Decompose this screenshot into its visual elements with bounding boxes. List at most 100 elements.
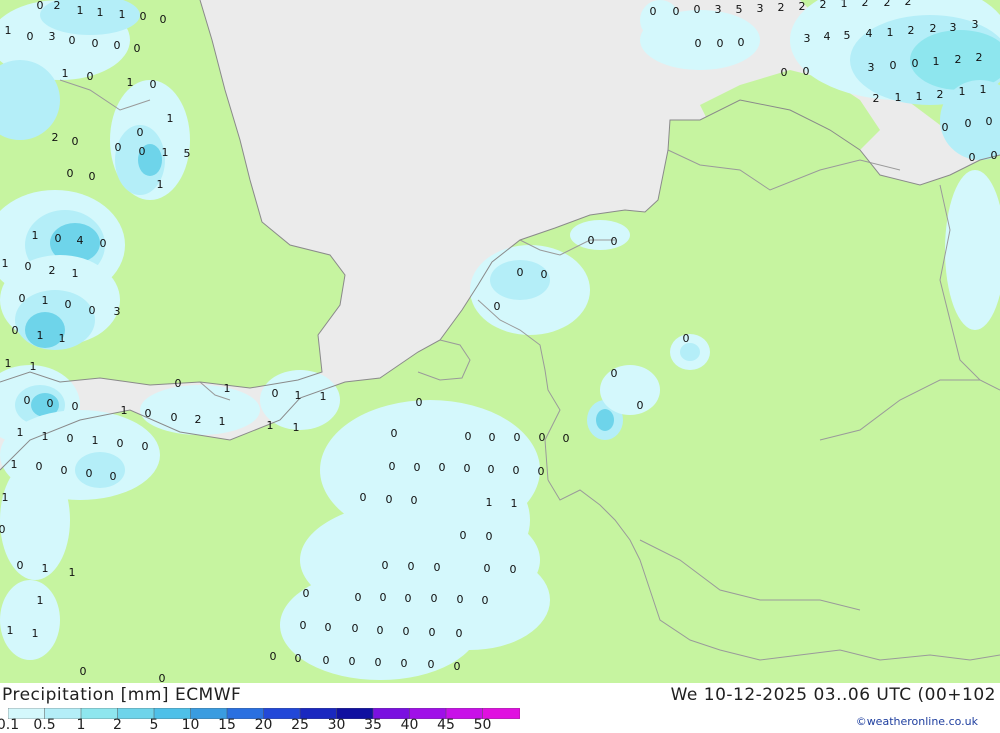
precipitation-value: 1 [37, 594, 44, 607]
precipitation-value: 2 [778, 1, 785, 14]
precipitation-value: 0 [114, 39, 121, 52]
precipitation-value: 0 [401, 657, 408, 670]
legend-label: 40 [400, 717, 419, 733]
precipitation-value: 1 [916, 90, 923, 103]
legend-label: 5 [149, 717, 159, 733]
precipitation-value: 0 [0, 523, 6, 536]
precipitation-value: 0 [386, 493, 393, 506]
precipitation-value: 1 [69, 566, 76, 579]
precipitation-value: 1 [42, 562, 49, 575]
precipitation-value: 0 [37, 0, 44, 12]
precipitation-value: 0 [61, 464, 68, 477]
precipitation-value: 0 [19, 292, 26, 305]
precipitation-value: 1 [167, 112, 174, 125]
precipitation-value: 0 [100, 237, 107, 250]
precipitation-value: 0 [175, 377, 182, 390]
precipitation-value: 0 [55, 232, 62, 245]
precipitation-value: 0 [80, 665, 87, 678]
precipitation-value: 1 [293, 421, 300, 434]
precipitation-value: 0 [408, 560, 415, 573]
precipitation-value: 0 [159, 672, 166, 683]
precipitation-value: 0 [352, 622, 359, 635]
precipitation-value: 1 [77, 4, 84, 17]
precipitation-value: 0 [12, 324, 19, 337]
precipitation-value: 1 [933, 55, 940, 68]
precipitation-value: 1 [895, 91, 902, 104]
precipitation-value: 0 [25, 260, 32, 273]
precipitation-value: 3 [868, 61, 875, 74]
precipitation-value: 0 [134, 42, 141, 55]
legend-label: 0.1 [0, 717, 20, 733]
precipitation-blob [430, 470, 530, 570]
precipitation-value: 0 [965, 117, 972, 130]
precipitation-value: 0 [673, 5, 680, 18]
precipitation-value: 0 [380, 591, 387, 604]
precipitation-value: 0 [611, 367, 618, 380]
precipitation-value: 0 [538, 465, 545, 478]
precipitation-value: 0 [890, 59, 897, 72]
precipitation-value: 4 [866, 27, 873, 40]
precipitation-blob [75, 452, 125, 488]
precipitation-value: 0 [72, 400, 79, 413]
precipitation-value: 0 [803, 65, 810, 78]
precipitation-value: 1 [5, 357, 12, 370]
precipitation-value: 0 [695, 37, 702, 50]
precipitation-value: 0 [428, 658, 435, 671]
legend-arrow [519, 708, 520, 719]
precipitation-value: 1 [42, 294, 49, 307]
precipitation-value: 4 [77, 234, 84, 247]
precipitation-value: 0 [47, 397, 54, 410]
precipitation-value: 1 [2, 257, 9, 270]
precipitation-value: 1 [841, 0, 848, 10]
precipitation-value: 0 [563, 432, 570, 445]
footer: Precipitation [mm] ECMWF We 10-12-2025 0… [0, 683, 1000, 733]
precipitation-value: 0 [272, 387, 279, 400]
precipitation-value: 2 [862, 0, 869, 9]
precipitation-value: 0 [349, 655, 356, 668]
precipitation-value: 3 [972, 18, 979, 31]
credit-link[interactable]: ©weatheronline.co.uk [856, 715, 978, 728]
precipitation-value: 0 [488, 463, 495, 476]
precipitation-value: 1 [32, 229, 39, 242]
precipitation-value: 3 [114, 305, 121, 318]
precipitation-value: 0 [69, 34, 76, 47]
legend-label: 30 [327, 717, 346, 733]
precipitation-value: 5 [844, 29, 851, 42]
precipitation-value: 0 [434, 561, 441, 574]
precipitation-value: 0 [86, 467, 93, 480]
precipitation-value: 0 [431, 592, 438, 605]
precipitation-blob [0, 580, 60, 660]
legend-label: 0.5 [33, 717, 56, 733]
precipitation-value: 1 [980, 83, 987, 96]
precipitation-value: 1 [887, 26, 894, 39]
precipitation-value: 0 [375, 656, 382, 669]
precipitation-value: 0 [456, 627, 463, 640]
precipitation-value: 0 [465, 430, 472, 443]
precipitation-value: 1 [7, 624, 14, 637]
precipitation-value: 3 [804, 32, 811, 45]
precipitation-value: 0 [514, 431, 521, 444]
precipitation-value: 0 [89, 170, 96, 183]
precipitation-value: 0 [683, 332, 690, 345]
precipitation-value: 0 [300, 619, 307, 632]
precipitation-value: 1 [267, 419, 274, 432]
precipitation-value: 0 [405, 592, 412, 605]
precipitation-value: 0 [110, 470, 117, 483]
precipitation-value: 0 [416, 396, 423, 409]
precipitation-value: 1 [17, 426, 24, 439]
precipitation-value: 0 [403, 625, 410, 638]
precipitation-value: 0 [414, 461, 421, 474]
precipitation-value: 1 [72, 267, 79, 280]
precipitation-value: 1 [5, 24, 12, 37]
precipitation-value: 0 [588, 234, 595, 247]
precipitation-value: 2 [52, 131, 59, 144]
precipitation-value: 0 [637, 399, 644, 412]
precipitation-value: 1 [11, 458, 18, 471]
precipitation-value: 3 [757, 2, 764, 15]
precipitation-value: 0 [360, 491, 367, 504]
precipitation-value: 0 [486, 530, 493, 543]
precipitation-value: 1 [157, 178, 164, 191]
precipitation-value: 1 [121, 404, 128, 417]
precipitation-value: 1 [30, 360, 37, 373]
legend-label: 1 [76, 717, 86, 733]
